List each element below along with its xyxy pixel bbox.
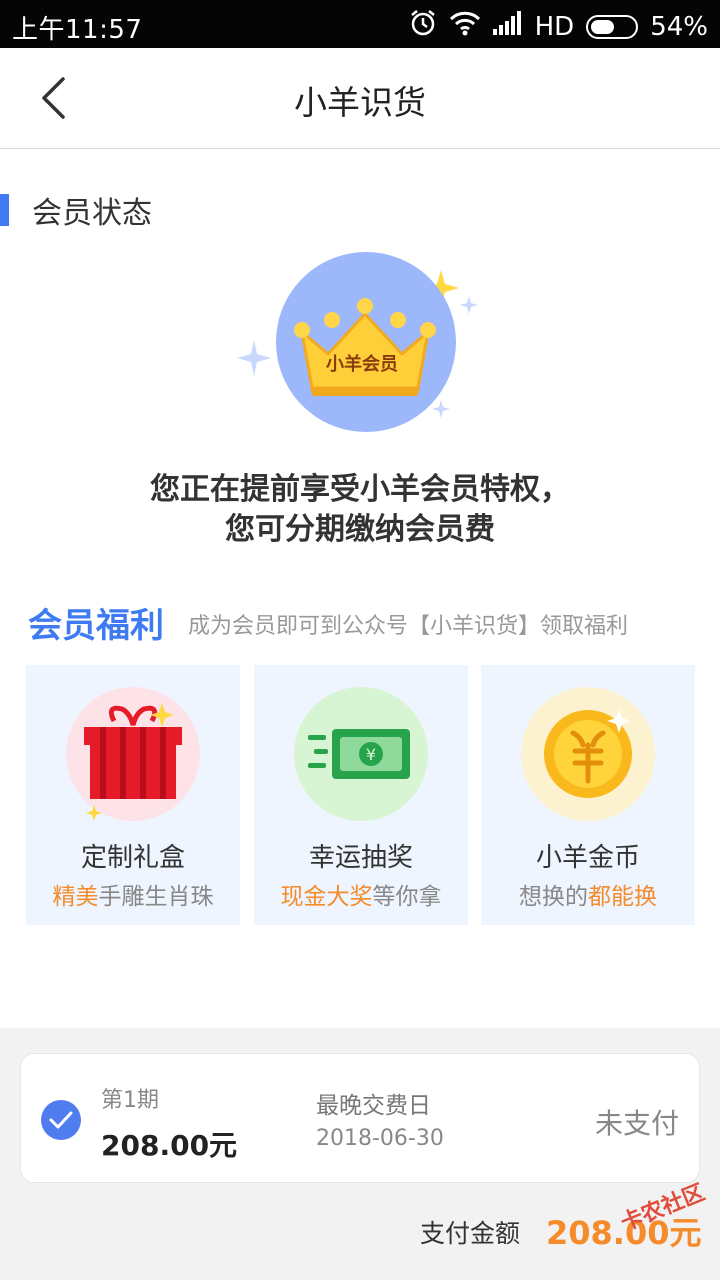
badge-label: 小羊会员 [326,354,398,375]
benefit-title: 小羊金币 [535,843,640,873]
section-accent-bar [0,194,9,226]
page-title: 小羊识货 [294,83,426,122]
payment-status: 未支付 [594,1107,679,1140]
benefit-card-coin[interactable]: 小羊金币 想换的都能换 [481,665,695,925]
wifi-icon [449,10,481,43]
section-title-member-status: 会员状态 [32,196,152,231]
headline-line-1: 您正在提前享受小羊会员特权， [150,472,570,507]
alarm-icon [409,9,437,44]
total-label: 支付金额 [420,1219,521,1248]
crown-icon [290,292,440,402]
installment-card[interactable]: 第1期 208.00元 最晚交费日 2018-06-30 未支付 [20,1053,700,1183]
benefit-card-lottery[interactable]: ¥ 幸运抽奖 现金大奖等你拿 [254,665,468,925]
installment-period: 第1期 [101,1088,159,1113]
benefit-card-gift[interactable]: 定制礼盒 精美手雕生肖珠 [26,665,240,925]
gift-box-icon [66,687,200,821]
installment-amount: 208.00元 [101,1129,238,1162]
benefit-title: 幸运抽奖 [308,843,413,873]
benefit-desc: 现金大奖等你拿 [280,884,442,910]
battery-percent: 54% [650,11,708,42]
gold-coin-icon [521,687,655,821]
benefit-desc: 精美手雕生肖珠 [52,884,214,910]
title-bar: 小羊识货 [0,48,720,149]
cash-icon: ¥ [294,687,428,821]
benefits-title: 会员福利 [28,606,164,646]
network-type: HD [534,11,575,42]
check-icon[interactable] [41,1100,81,1140]
member-headline: 您正在提前享受小羊会员特权， 您可分期缴纳会员费 [0,470,720,550]
headline-line-2: 您可分期缴纳会员费 [225,512,495,547]
svg-text:¥: ¥ [366,745,376,764]
benefit-title: 定制礼盒 [80,843,185,873]
battery-icon [586,14,639,39]
benefit-desc: 想换的都能换 [519,884,657,910]
due-date-value: 2018-06-30 [316,1126,444,1151]
signal-icon [492,11,523,42]
status-bar: 上午11:57 HD 54% [0,0,720,48]
status-right: HD 54% [409,9,708,44]
benefits-subtitle: 成为会员即可到公众号【小羊识货】领取福利 [188,614,629,639]
status-time: 上午11:57 [12,15,143,45]
due-date-label: 最晚交费日 [316,1093,431,1119]
app-screen: 上午11:57 HD 54% 小羊识货 会员状态 小羊会员 您正在提前享受小羊会… [0,0,720,1280]
